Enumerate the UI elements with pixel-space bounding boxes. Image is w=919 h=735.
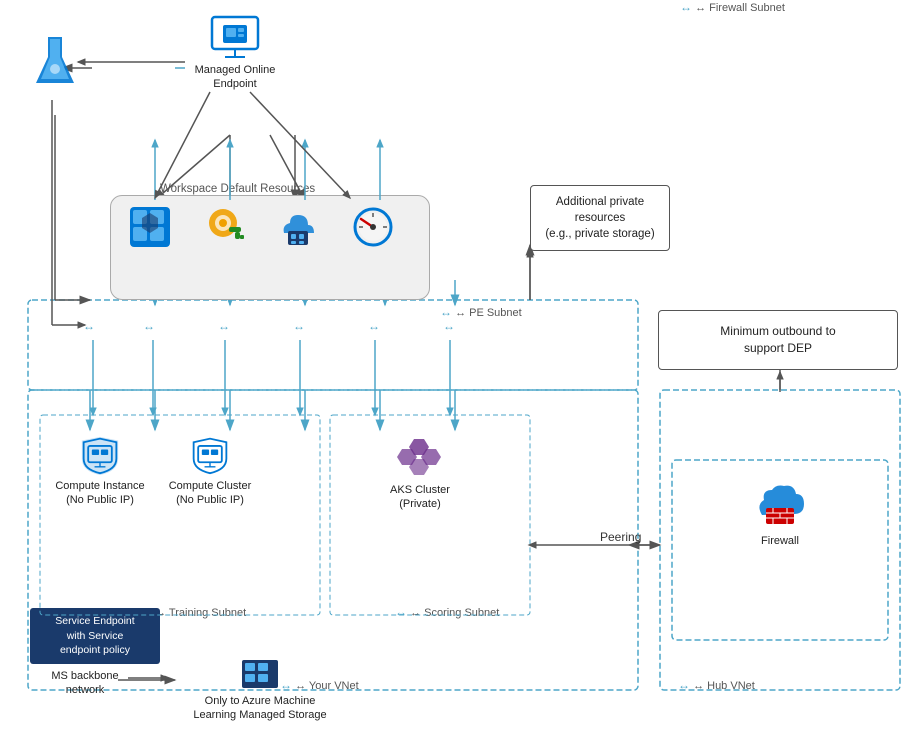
compute-instance-node: Compute Instance(No Public IP): [50, 435, 150, 508]
svg-text:↔: ↔: [218, 319, 230, 333]
managed-storage-label: Only to Azure MachineLearning Managed St…: [193, 694, 326, 723]
service-endpoint-label: Service Endpointwith Serviceendpoint pol…: [55, 615, 134, 656]
managed-endpoint-label: Managed OnlineEndpoint: [195, 63, 276, 92]
firewall-subnet-label: ↔ ↔ Firewall Subnet: [680, 0, 785, 14]
container-registry-icon: [270, 205, 326, 249]
keyvault-icon-node: [195, 205, 251, 249]
service-endpoint-box: Service Endpointwith Serviceendpoint pol…: [30, 608, 160, 664]
compute-instance-label: Compute Instance(No Public IP): [55, 479, 144, 508]
compute-cluster-label: Compute Cluster(No Public IP): [169, 479, 252, 508]
additional-private-label: Additional privateresources(e.g., privat…: [545, 196, 654, 240]
scoring-subnet-label: ↔ ↔ Scoring Subnet: [395, 605, 499, 619]
azure-ml-icon: [25, 35, 85, 87]
ms-backbone-node: MS backbonenetwork: [40, 665, 130, 698]
svg-text:↔: ↔: [143, 319, 155, 333]
additional-private-box: Additional privateresources(e.g., privat…: [530, 185, 670, 251]
svg-text:↔: ↔: [293, 319, 305, 333]
minimum-outbound-label: Minimum outbound tosupport DEP: [720, 323, 835, 357]
svg-text:↔: ↔: [443, 319, 455, 333]
firewall-node: Firewall: [740, 480, 820, 548]
aks-cluster-label: AKS Cluster(Private): [390, 483, 450, 512]
compute-cluster-node: Compute Cluster(No Public IP): [160, 435, 260, 508]
aks-cluster-node: AKS Cluster(Private): [370, 435, 470, 512]
storage-icon-node: [122, 205, 178, 249]
workspace-default-label: Workspace Default Resources: [160, 183, 315, 195]
minimum-outbound-box: Minimum outbound tosupport DEP: [658, 310, 898, 370]
monitor-icon: [345, 205, 401, 249]
managed-storage-node: Only to Azure MachineLearning Managed St…: [170, 658, 350, 723]
firewall-label: Firewall: [761, 534, 799, 548]
pe-subnet-label: ↔ ↔ PE Subnet: [440, 305, 522, 319]
diagram-container: Managed OnlineEndpoint Workspace Default…: [0, 0, 919, 735]
managed-endpoint-node: Managed OnlineEndpoint: [185, 15, 285, 92]
hub-vnet-label: ↔ ↔ Hub VNet: [678, 678, 755, 692]
svg-text:↔: ↔: [83, 319, 95, 333]
ms-backbone-label: MS backbonenetwork: [51, 669, 118, 698]
peering-label: Peering: [600, 530, 641, 544]
svg-text:↔: ↔: [368, 319, 380, 333]
